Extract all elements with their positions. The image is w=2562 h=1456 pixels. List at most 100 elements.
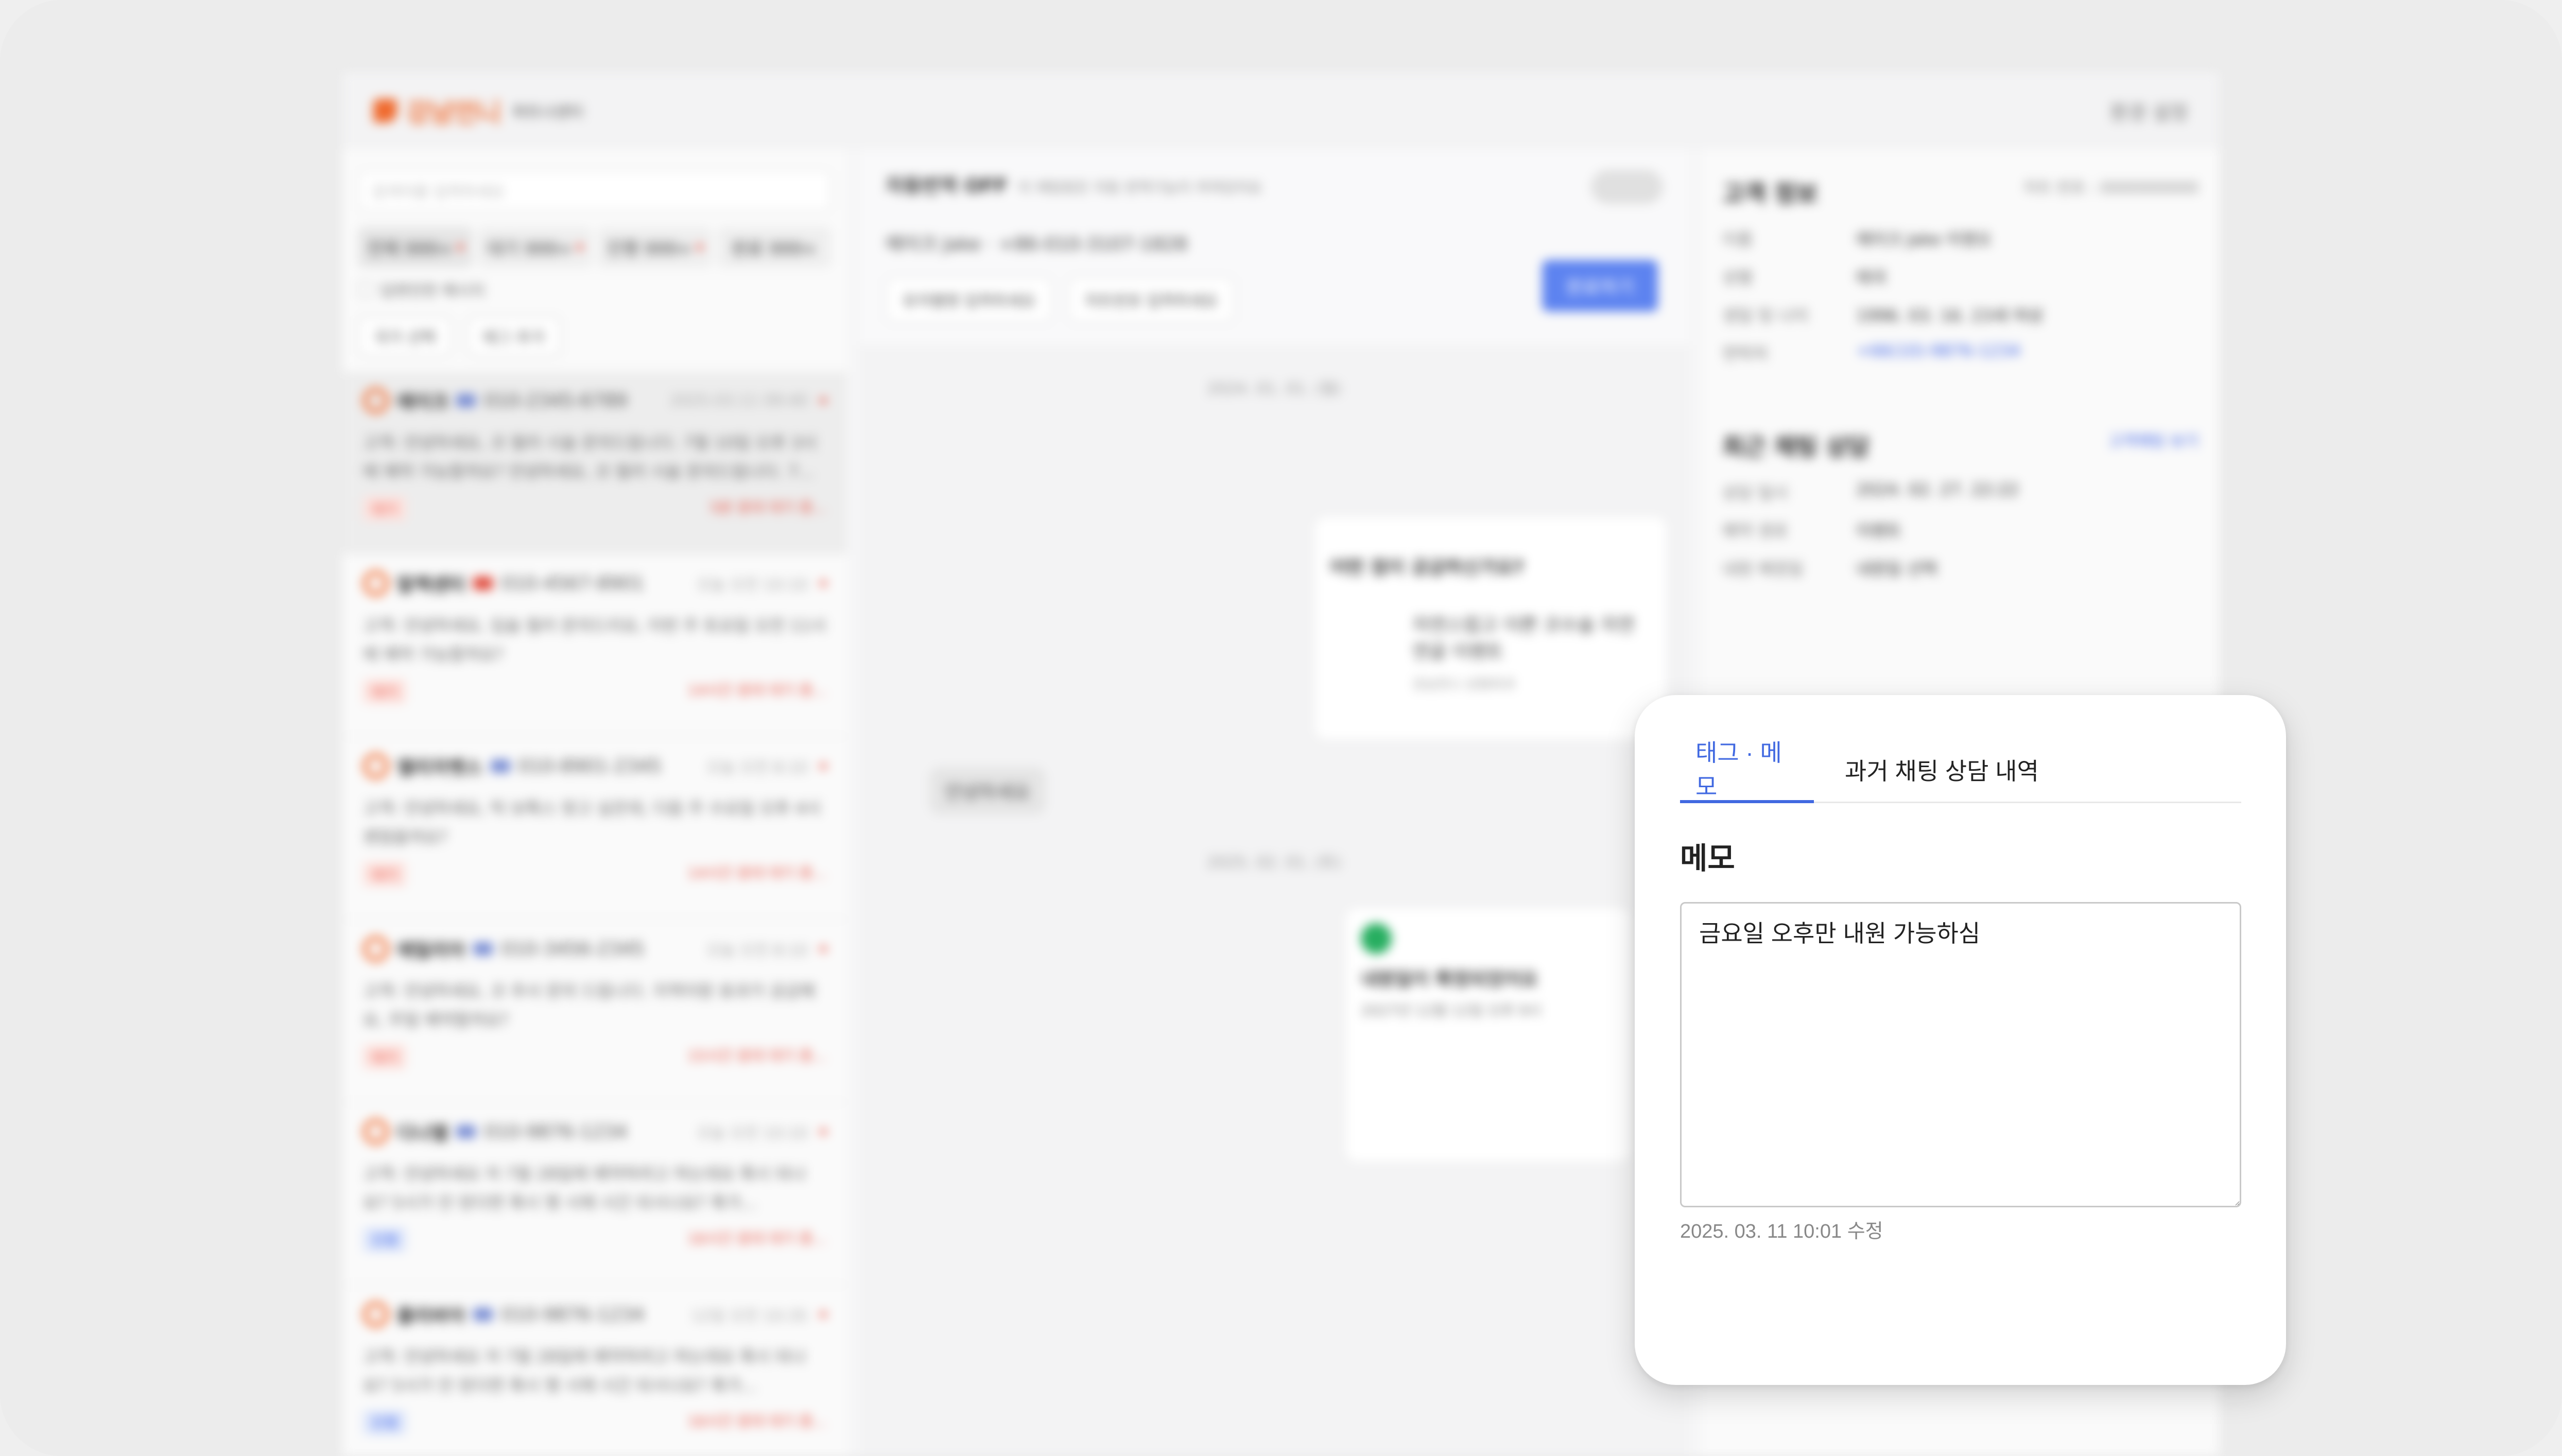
wait-time: 16시간 응대 대기 중... <box>687 1230 826 1247</box>
wait-time: 16시간 응대 대기 중... <box>687 1413 826 1430</box>
status-tab-waiting[interactable]: 대기 999+ <box>477 227 592 268</box>
recent-chat-link[interactable]: 고객채팅 보기 <box>2108 428 2199 462</box>
customer-name: 말젝센터 <box>397 575 465 596</box>
customer-phone: 010-2345-6789 <box>484 390 628 411</box>
info-value: 에이크 Jake 이영오 <box>1856 230 1992 249</box>
nickname-field[interactable]: 유저별명 입력하세요 <box>886 276 1052 323</box>
chart-number-field[interactable]: 차트번호 입력하세요 <box>1067 276 1235 323</box>
message-preview: 고객: 안녕하세요 저 7월 28일에 예약하려고 하는데요 혹시 되나요? 5… <box>363 1347 806 1395</box>
customer-name: 에밀리아 <box>397 940 465 961</box>
info-row: 상담 일시 2024. 02. 27. 22:22 <box>1702 473 2219 511</box>
chat-panel: 자동번역 OFF 이 채팅방은 자동 번역기능이 꺼져있어요 에이크 Jake ·… <box>860 149 1689 1456</box>
status-tab-label: 전체 999+ <box>367 238 453 259</box>
memo-textarea[interactable]: 금요일 오후만 내원 가능하심 <box>1680 902 2241 1207</box>
info-key: 연락처 <box>1722 344 1768 363</box>
tag-add-select[interactable]: 태그 추가 <box>466 316 561 356</box>
unread-dot <box>820 1311 826 1318</box>
unread-dot <box>457 244 463 250</box>
reservation-card: 내원일이 확정되었어요 2027년 12월 12일 오후 9시 <box>1344 906 1632 1164</box>
message-preview: 고객: 안녕하세요, 턱 보톡스 맞고 싶은데, 다음 주 수요일 오후 4시 … <box>363 799 821 847</box>
info-row: 생일 및 나이 1996. 03. 16. 23세 여성 <box>1702 296 2219 334</box>
status-tab-label: 진행 999+ <box>606 238 693 259</box>
info-value[interactable]: +66(10)-9876-1234 <box>1856 341 2020 365</box>
tab-tag-memo[interactable]: 태그 · 메모 <box>1680 736 1814 803</box>
list-item[interactable]: 에밀리아 010-3456-2345 오늘 오전 8:10 고객: 안녕하세요, 코… <box>342 920 847 1103</box>
flag-icon <box>473 1308 493 1321</box>
confirm-title: 내원일이 확정되었어요 <box>1361 969 1538 990</box>
status-badge: 대기 <box>363 1045 406 1069</box>
country-select[interactable]: 국가 선택 <box>358 316 452 356</box>
message-time: 오늘 오전 8:10 <box>706 759 808 777</box>
message-time: 2025.03.11 09:40 <box>670 391 808 410</box>
flag-icon <box>473 942 493 956</box>
info-value: 1996. 03. 16. 23세 여성 <box>1856 306 2044 325</box>
flag-icon <box>473 577 493 590</box>
app-header: 강남언니 파트너센터 환경 설정 <box>342 72 2219 149</box>
date-separator: 2024. 01. 01. (월) <box>1207 380 1342 398</box>
search-input[interactable]: 검색어를 입력하세요 <box>358 170 832 211</box>
customer-name: 디나엘 <box>397 1123 448 1144</box>
list-item[interactable]: 에이크 010-2345-6789 2025.03.11 09:40 고객: 안녕하… <box>342 372 847 554</box>
customer-name: 줄리바아 <box>397 1306 465 1327</box>
customer-name: 에이크 <box>397 392 448 413</box>
unread-dot <box>820 1129 826 1135</box>
status-badge: 진행 <box>363 1227 406 1252</box>
info-value: 이벤트 <box>1856 521 1902 541</box>
date-separator: 2025. 02. 01. (토) <box>1207 854 1342 872</box>
auto-translate-desc: 이 채팅방은 자동 번역기능이 꺼져있어요 <box>1018 179 1262 196</box>
unanswered-checkbox[interactable] <box>358 282 373 297</box>
wait-time: 14시간 응대 대기 중... <box>687 864 826 881</box>
confirm-date: 2027년 12월 12일 오후 9시 <box>1361 1002 1542 1019</box>
memo-updated-at: 2025. 03. 11 10:01 수정 <box>1680 1221 1883 1242</box>
brand-subtitle: 파트너센터 <box>512 103 583 122</box>
logo-icon <box>373 99 397 123</box>
avatar <box>363 1302 389 1327</box>
status-badge: 대기 <box>363 862 406 887</box>
flag-icon <box>456 1125 476 1138</box>
brand-logo: 강남언니 <box>406 98 501 128</box>
avatar <box>363 936 389 962</box>
status-tab-done[interactable]: 완료 999+ <box>717 227 832 268</box>
wait-time: 5분 응대 대기 중... <box>710 499 826 516</box>
customer-phone: 010-9876-1234 <box>484 1121 628 1142</box>
flag-icon <box>456 394 476 407</box>
settings-link[interactable]: 환경 설정 <box>2110 97 2188 125</box>
info-row: 성별 태국 <box>1702 257 2219 296</box>
message-preview: 고객: 안녕하세요, 코 추사 문의 드립니다. 지역이랑 효과가 궁금해요, … <box>363 981 815 1030</box>
info-row: 예약 경로 이벤트 <box>1702 511 2219 549</box>
flag-icon <box>490 759 510 773</box>
list-item[interactable]: 말젝센터 010-4567-8901 오늘 오전 10:10 고객: 안녕하세요, … <box>342 554 847 737</box>
status-tab-label: 대기 999+ <box>487 238 573 259</box>
customer-phone: 010-9876-1234 <box>501 1304 645 1325</box>
info-row: 연락처 +66(10)-9876-1234 <box>1702 334 2219 372</box>
list-item[interactable]: 엘리자벳스 010-8901-2345 오늘 오전 8:10 고객: 안녕하세요, … <box>342 737 847 920</box>
tab-past-chat-history[interactable]: 과거 채팅 상담 내역 <box>1845 736 2039 803</box>
status-tabs: 전체 999+ 대기 999+ 진행 999+ 완료 999+ <box>358 227 832 268</box>
auto-translate-toggle[interactable] <box>1591 170 1663 204</box>
check-icon <box>1361 923 1392 954</box>
status-tab-all[interactable]: 전체 999+ <box>358 227 473 268</box>
avatar <box>363 753 389 779</box>
recent-chat-title: 최근 채팅 상담 고객채팅 보기 <box>1702 403 2219 473</box>
info-key: 상담 일시 <box>1722 483 1788 502</box>
avatar <box>363 1119 389 1145</box>
message-preview: 고객: 안녕하세요, 입술 필러 문의드리요, 이번 주 토요일 오전 11시에… <box>363 616 826 664</box>
inquiry-item-sub: 강남언니 성형외과 <box>1412 677 1515 692</box>
status-badge: 대기 <box>363 679 406 704</box>
memo-heading: 메모 <box>1680 842 1735 875</box>
panel-tabs: 태그 · 메모 과거 채팅 상담 내역 <box>1680 736 2241 803</box>
info-key: 성별 <box>1722 268 1753 287</box>
info-key: 생일 및 나이 <box>1722 306 1809 325</box>
visit-date-select[interactable]: 내원일 선택 <box>1856 556 1937 580</box>
unread-dot <box>696 244 703 250</box>
list-item[interactable]: 디나엘 010-9876-1234 오늘 오전 10:10 고객: 안녕하세요 저 … <box>342 1103 847 1286</box>
auto-translate-label: 자동번역 OFF <box>886 175 1008 197</box>
customer-phone: 010-3456-2345 <box>501 938 645 960</box>
unanswered-filter[interactable]: 답변안한 메시지 <box>358 278 832 301</box>
status-tab-progress[interactable]: 진행 999+ <box>597 227 712 268</box>
list-item[interactable]: 줄리바아 010-9876-1234 12일 오전 10:35 고객: 안녕하세요 … <box>342 1286 847 1456</box>
filter-row: 국가 선택 태그 추가 <box>358 316 832 356</box>
complete-button[interactable]: 완료하기 <box>1542 260 1658 311</box>
customer-phone: 010-8901-2345 <box>518 755 662 777</box>
avatar <box>363 388 389 413</box>
